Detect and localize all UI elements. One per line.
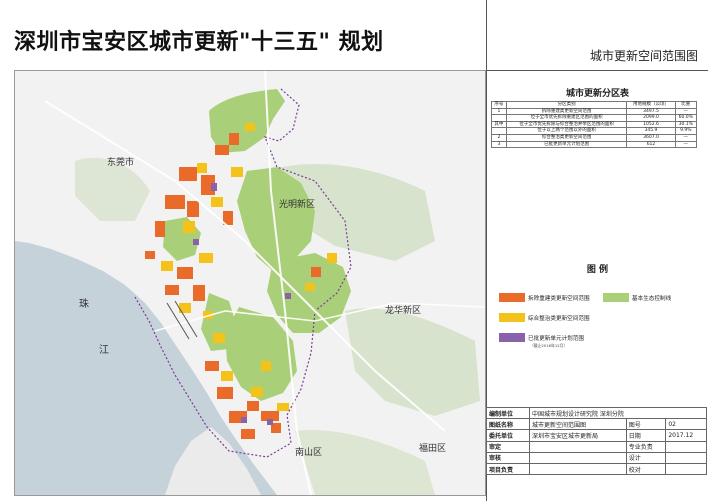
table-cell: 345.9 [626,127,676,135]
table-cell: 1 [491,107,507,116]
map-name-box: 城市更新空间范围图 [487,0,708,71]
table-cell: 图号 [625,418,667,431]
table-cell [529,451,627,464]
legend-note: （截止2016年12月） [530,343,568,348]
table-row: 项目负责 校对 [486,462,707,476]
map-canvas: 东莞市 光明新区 龙华新区 南山区 福田区 珠 江 [15,71,485,495]
table-row: 位于以上两个范围以外的面积 345.9 9.9% [491,127,698,135]
table-cell [491,114,507,122]
table-cell: 深圳市宝安区城市更新局 [529,429,627,442]
place-label: 福田区 [419,442,446,454]
table-cell [665,440,707,453]
zone-table-header: 序号 分区类别 用地规模（公顷） 比重 [491,101,698,109]
table-cell: 日期 [625,429,667,442]
table-cell: 60.0% [674,114,698,122]
table-cell: 项目负责 [486,462,530,476]
place-label: 珠 [79,297,89,310]
table-cell [665,451,707,464]
legend-label: 已批更新单元计划范围 [528,335,584,342]
legend-swatch [499,333,525,342]
table-cell: 委托单位 [486,429,530,442]
table-cell: — [674,133,698,142]
table-row: 图纸名称 城市更新空间范围图 图号 02 [486,418,707,431]
legend-item: 综合整治类更新空间范围 [499,313,590,322]
table-cell: 位于以上两个范围以外的面积 [505,127,628,135]
map-sheet: 深圳市宝安区城市更新"十三五" 规划 东莞市 光明新区 龙华新区 南山区 福田区… [0,0,708,501]
table-cell: 9.9% [674,127,698,135]
table-cell: 3 [491,140,507,149]
table-cell: 其中 [491,120,507,129]
legend-label: 拆除重建类更新空间范围 [528,295,590,302]
table-row: 其中 位于全市优先拆除与综合整治并举区范围的面积 1052.6 30.1% [491,120,698,129]
table-cell: 位于全市优先拆除与综合整治并举区范围的面积 [505,120,628,129]
zone-table-title: 城市更新分区表 [565,89,629,99]
page-title: 深圳市宝安区城市更新"十三五" 规划 [14,30,384,55]
table-cell: 综合整治类更新空间范围 [505,133,628,142]
table-cell: 2017.12 [665,429,707,442]
zone-table-col: 分区类别 [505,101,628,109]
zone-table-col: 序号 [491,101,507,109]
table-cell: 位于全市优先拆除重建区范围的面积 [505,114,628,122]
table-cell: 城市更新空间范围图 [529,418,627,431]
legend-swatch [499,313,525,322]
place-label: 江 [99,344,109,356]
legend-label: 基本生态控制线 [632,295,672,302]
table-row: 位于全市优先拆除重建区范围的面积 2099.0 60.0% [491,114,698,122]
legend-item: 拆除重建类更新空间范围 [499,293,590,302]
table-cell: — [674,140,698,149]
table-cell [529,462,627,476]
table-cell: 2 [491,133,507,142]
place-label: 南山区 [295,446,322,458]
map-name: 城市更新空间范围图 [589,49,698,63]
legend-label: 综合整治类更新空间范围 [528,315,590,322]
place-label: 光明新区 [279,198,315,210]
table-cell: 3497.5 [626,107,676,116]
map-view[interactable]: 东莞市 光明新区 龙华新区 南山区 福田区 珠 江 [14,70,486,496]
zone-table-col: 用地规模（公顷） [626,101,676,109]
table-row: 审核 设计 [486,451,707,464]
table-cell: 中国城市规划设计研究院 深圳分院 [529,406,707,420]
table-cell: 612 [626,140,676,149]
title-block: 编制单位 中国城市规划设计研究院 深圳分院 图纸名称 城市更新空间范围图 图号 … [486,406,707,476]
place-label: 东莞市 [107,156,134,168]
table-cell [491,127,507,135]
table-cell [665,462,707,476]
table-cell: 02 [665,418,707,431]
table-cell: 30.1% [674,120,698,129]
table-cell [529,440,627,453]
table-row: 审定 专业负责 [486,440,707,453]
table-row: 编制单位 中国城市规划设计研究院 深圳分院 [486,406,707,420]
table-row: 3 已批更新单元计划范围 612 — [491,140,698,149]
place-label: 龙华新区 [385,304,421,316]
table-cell: — [674,107,698,116]
table-cell: 专业负责 [625,440,667,453]
legend-item: 基本生态控制线 [603,293,671,302]
legend-swatch [499,293,525,302]
table-cell: 设计 [625,451,667,464]
table-cell: 编制单位 [486,406,530,420]
table-cell: 图纸名称 [486,418,530,431]
legend-item: 已批更新单元计划范围 [499,333,584,342]
title-bar: 深圳市宝安区城市更新"十三五" 规划 [0,0,486,70]
table-cell: 拆除重建类更新空间范围 [505,107,628,116]
zone-table-col: 比重 [674,101,698,109]
table-row: 委托单位 深圳市宝安区城市更新局 日期 2017.12 [486,429,707,442]
table-row: 2 综合整治类更新空间范围 3607.0 — [491,133,698,142]
legend-swatch [603,293,629,302]
table-cell: 1052.6 [626,120,676,129]
table-cell: 已批更新单元计划范围 [505,140,628,149]
table-cell: 审核 [486,451,530,464]
table-cell: 校对 [625,462,667,476]
table-cell: 审定 [486,440,530,453]
table-cell: 2099.0 [626,114,676,122]
table-row: 1 拆除重建类更新空间范围 3497.5 — [491,107,698,116]
table-cell: 3607.0 [626,133,676,142]
legend-title: 图 例 [586,265,609,275]
zone-table: 序号 分区类别 用地规模（公顷） 比重 1 拆除重建类更新空间范围 3497.5… [491,101,698,149]
